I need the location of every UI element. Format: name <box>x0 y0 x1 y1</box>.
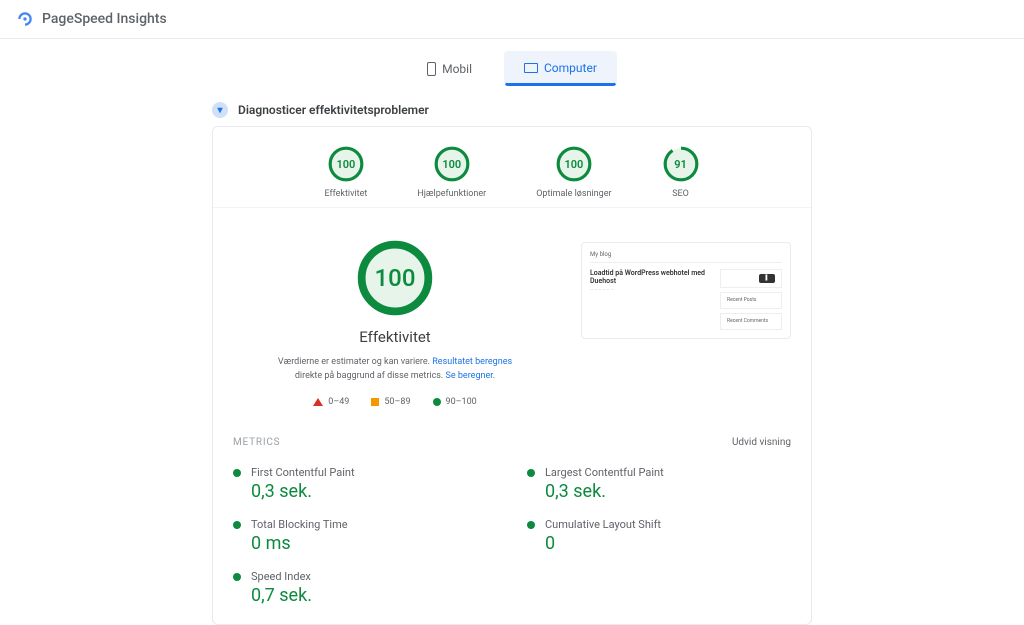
phone-icon <box>427 62 436 76</box>
tab-mobile-label: Mobil <box>442 62 472 76</box>
square-icon <box>371 398 379 406</box>
expand-chip-icon: ▾ <box>212 102 228 118</box>
results-card: 100 Effektivitet 100 Hjælpefunktioner 10… <box>212 126 812 625</box>
status-dot-icon <box>233 573 241 581</box>
gauge-optimale[interactable]: 100 Optimale løsninger <box>536 145 611 199</box>
expand-view-link[interactable]: Udvid visning <box>732 437 791 448</box>
metric-si: Speed Index0,7 sek. <box>233 562 497 614</box>
device-tabs: Mobil Computer <box>0 51 1024 86</box>
laptop-icon <box>524 63 538 73</box>
metrics-title: METRICS <box>233 437 280 448</box>
tab-computer[interactable]: Computer <box>504 51 617 86</box>
metric-tbt: Total Blocking Time0 ms <box>233 510 497 562</box>
big-gauge: 100 <box>355 238 435 318</box>
metric-fcp: First Contentful Paint0,3 sek. <box>233 458 497 510</box>
page-screenshot-thumb: My blog Loadtid på WordPress webhotel me… <box>581 242 791 339</box>
diagnose-title: Diagnosticer effektivitetsproblemer <box>238 103 429 117</box>
metrics-grid: First Contentful Paint0,3 sek. Largest C… <box>213 458 811 624</box>
psi-logo-icon <box>16 10 34 28</box>
triangle-icon <box>313 398 323 406</box>
metric-cls: Cumulative Layout Shift0 <box>527 510 791 562</box>
legend-good: 90–100 <box>433 397 477 407</box>
link-resultat[interactable]: Resultatet beregnes <box>432 357 512 367</box>
app-header: PageSpeed Insights <box>0 0 1024 39</box>
gauge-hjaelpefunktioner[interactable]: 100 Hjælpefunktioner <box>417 145 486 199</box>
app-title: PageSpeed Insights <box>42 11 167 27</box>
status-dot-icon <box>527 469 535 477</box>
big-gauge-title: Effektivitet <box>233 328 557 346</box>
legend-bad: 0–49 <box>313 397 349 407</box>
metric-lcp: Largest Contentful Paint0,3 sek. <box>527 458 791 510</box>
tab-computer-label: Computer <box>544 61 597 75</box>
performance-panel: 100 Effektivitet Værdierne er estimater … <box>213 208 811 423</box>
status-dot-icon <box>527 521 535 529</box>
score-legend: 0–49 50–89 90–100 <box>233 397 557 407</box>
metrics-header: METRICS Udvid visning <box>213 423 811 458</box>
diagnose-header[interactable]: ▾ Diagnosticer effektivitetsproblemer <box>212 94 812 126</box>
status-dot-icon <box>233 469 241 477</box>
score-description: Værdierne er estimater og kan variere. R… <box>265 356 525 383</box>
status-dot-icon <box>233 521 241 529</box>
legend-mid: 50–89 <box>371 397 410 407</box>
gauge-effektivitet[interactable]: 100 Effektivitet <box>324 145 367 199</box>
circle-icon <box>433 398 441 406</box>
tab-mobile[interactable]: Mobil <box>407 51 492 86</box>
gauge-seo[interactable]: 91 SEO <box>662 145 700 199</box>
category-gauges: 100 Effektivitet 100 Hjælpefunktioner 10… <box>213 127 811 208</box>
link-beregner[interactable]: Se beregner. <box>446 371 496 381</box>
